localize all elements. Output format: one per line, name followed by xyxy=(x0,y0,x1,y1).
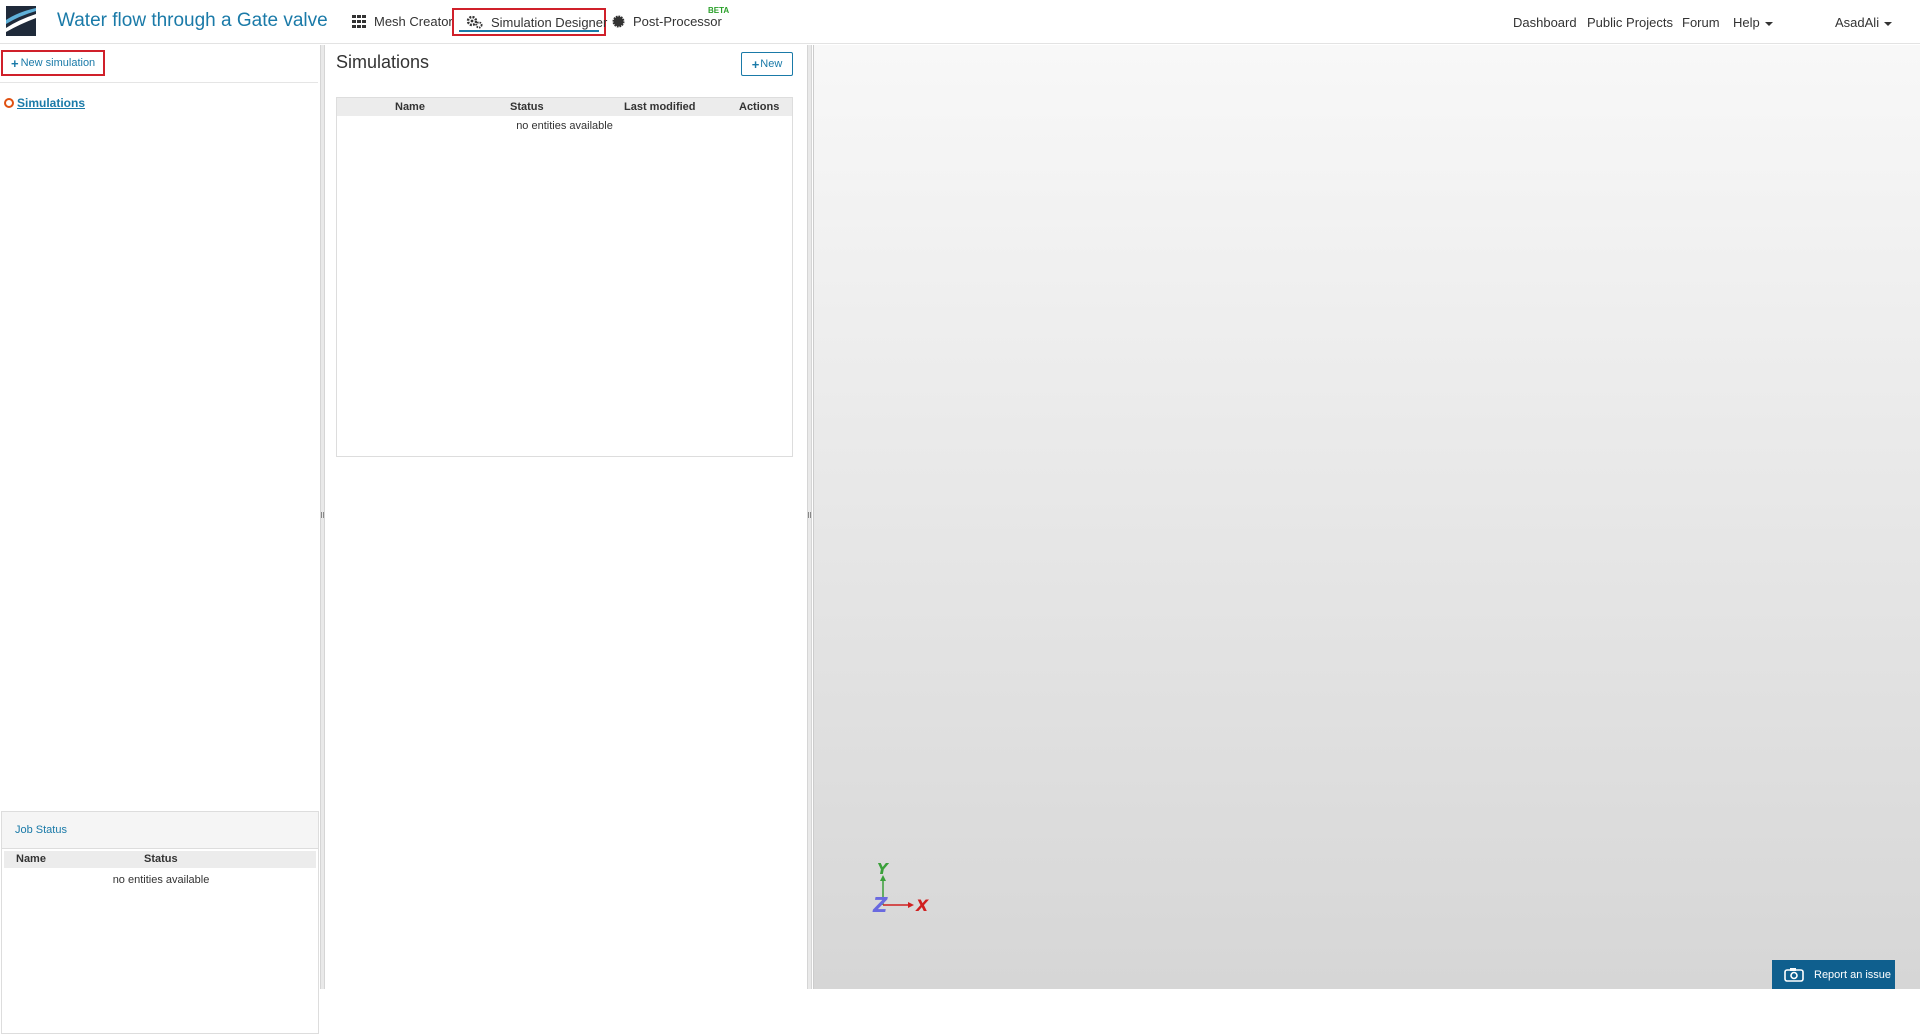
job-col-name[interactable]: Name xyxy=(16,853,46,865)
tab-mesh-creator-label: Mesh Creator xyxy=(374,14,453,29)
job-col-status[interactable]: Status xyxy=(144,853,178,865)
splitter-grip-icon xyxy=(808,512,811,518)
tab-mesh-creator[interactable]: Mesh Creator xyxy=(352,8,453,35)
project-title[interactable]: Water flow through a Gate valve xyxy=(57,10,328,32)
job-status-panel: Job Status Name Status no entities avail… xyxy=(1,811,319,1034)
nav-dashboard-link[interactable]: Dashboard xyxy=(1513,15,1577,30)
simulations-table-header: Name Status Last modified Actions xyxy=(337,98,792,116)
tab-simulation-designer-label: Simulation Designer xyxy=(491,14,608,30)
new-button-label: New xyxy=(760,58,783,70)
nav-user-label: AsadAli xyxy=(1835,15,1880,30)
gears-icon xyxy=(466,15,483,29)
col-actions: Actions xyxy=(739,101,780,113)
nav-user-dropdown[interactable]: AsadAli xyxy=(1835,15,1893,30)
beta-badge: BETA xyxy=(708,6,730,15)
axes-gizmo-icon: Y X Z xyxy=(872,860,929,917)
axis-x-label: X xyxy=(915,896,929,915)
splitter-grip-icon xyxy=(321,512,324,518)
job-table-header: Name Status xyxy=(4,851,316,868)
report-issue-button[interactable]: Report an issue xyxy=(1772,960,1895,989)
tab-post-processor[interactable]: Post-Processor xyxy=(612,8,722,35)
nav-help-dropdown[interactable]: Help xyxy=(1733,15,1773,30)
axis-z-label: Z xyxy=(872,893,888,917)
gear-icon xyxy=(612,15,625,28)
page-title: Simulations xyxy=(336,52,430,72)
tree-item-label: Simulations xyxy=(17,96,86,110)
circle-icon xyxy=(4,98,14,108)
right-splitter[interactable] xyxy=(807,45,812,989)
plus-icon: + xyxy=(11,55,19,71)
report-issue-label: Report an issue xyxy=(1814,968,1892,981)
tab-post-processor-label: Post-Processor xyxy=(633,14,722,29)
active-tab-underline xyxy=(459,30,599,32)
simulations-table: Name Status Last modified Actions no ent… xyxy=(336,97,793,457)
chevron-down-icon xyxy=(1884,21,1893,26)
left-panel: + New simulation Simulations Job Status … xyxy=(0,45,320,1034)
job-empty-text: no entities available xyxy=(112,874,210,886)
left-divider xyxy=(0,82,318,83)
col-status[interactable]: Status xyxy=(510,101,544,113)
3d-viewport[interactable]: Y X Z Report an issue xyxy=(813,45,1920,989)
new-simulation-button[interactable]: + New simulation xyxy=(1,50,105,76)
tree-item-simulations[interactable]: Simulations xyxy=(4,96,85,110)
axis-y-label: Y xyxy=(877,860,890,878)
new-simulation-label: New simulation xyxy=(20,57,96,69)
col-last-modified[interactable]: Last modified xyxy=(624,101,696,113)
simulations-panel: Simulations + New Name Status Last modif… xyxy=(325,45,807,989)
col-name[interactable]: Name xyxy=(395,101,425,113)
nav-help-label: Help xyxy=(1733,15,1760,30)
simulations-empty-text: no entities available xyxy=(516,120,613,132)
tab-simulation-designer[interactable]: Simulation Designer xyxy=(452,8,608,36)
camera-icon xyxy=(1784,967,1804,982)
top-navbar: Water flow through a Gate valve Mesh Cre… xyxy=(0,0,1920,44)
app-logo-icon[interactable] xyxy=(6,6,36,36)
plus-icon: + xyxy=(751,56,760,72)
grid-icon xyxy=(352,15,366,28)
new-button[interactable]: + New xyxy=(741,52,793,76)
job-status-title[interactable]: Job Status xyxy=(2,812,318,849)
nav-forum-link[interactable]: Forum xyxy=(1682,15,1720,30)
nav-public-projects-link[interactable]: Public Projects xyxy=(1587,15,1673,30)
chevron-down-icon xyxy=(1764,21,1773,26)
